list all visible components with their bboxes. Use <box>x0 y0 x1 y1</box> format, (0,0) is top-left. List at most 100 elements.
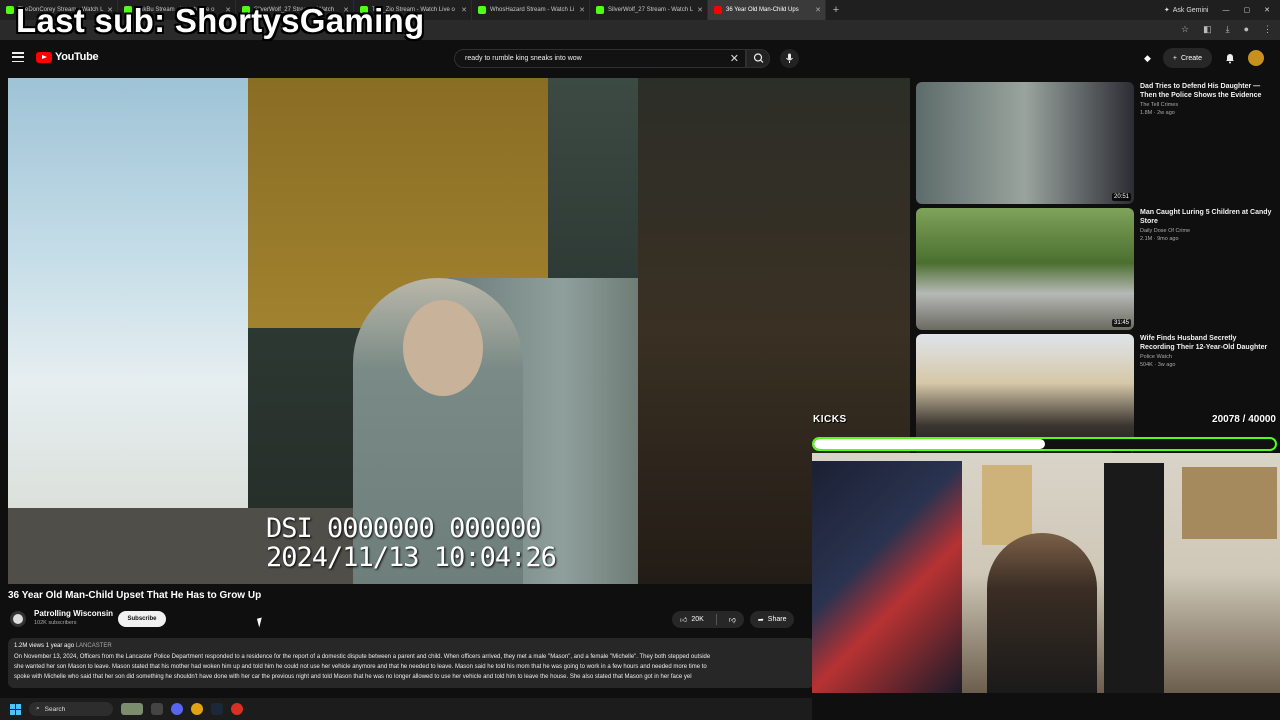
like-count: 20K <box>691 616 704 623</box>
recommended-meta: 504K · 3w ago <box>1140 362 1176 368</box>
recommended-title[interactable]: Man Caught Luring 5 Children at Candy St… <box>1140 208 1272 226</box>
taskbar-search-label: Search <box>44 705 66 713</box>
chrome-icon[interactable] <box>191 703 203 715</box>
video-player[interactable]: DSI 0000000 000000 2024/11/13 10:04:26 <box>8 78 910 584</box>
youtube-logo-text: YouTube <box>55 51 99 63</box>
recommended-title[interactable]: Wife Finds Husband Secretly Recording Th… <box>1140 334 1272 352</box>
thumbs-up-icon: 👍︎ <box>680 617 688 624</box>
gemini-icon: ✦ <box>1163 7 1170 14</box>
create-label: Create <box>1180 54 1202 62</box>
recommended-video[interactable]: 31:45 Man Caught Luring 5 Children at Ca… <box>916 208 1272 330</box>
recommended-channel[interactable]: Police Watch <box>1140 354 1272 360</box>
recommended-channel[interactable]: The Tell Crimes <box>1140 102 1272 108</box>
bookmark-star-icon[interactable]: ☆ <box>1181 24 1189 35</box>
location-tag[interactable]: LANCASTER <box>76 643 112 649</box>
recommended-meta: 1.8M · 2w ago <box>1140 110 1175 116</box>
close-icon[interactable]: ✕ <box>579 6 585 14</box>
minimize-icon[interactable]: — <box>1223 7 1230 14</box>
search-input[interactable]: ready to rumble king sneaks into wow ✕ <box>454 49 746 68</box>
close-icon[interactable]: ✕ <box>815 6 821 14</box>
taskbar-search[interactable]: ⌕ Search <box>29 702 113 716</box>
kick-extension-icon[interactable]: ◆ <box>1144 53 1151 64</box>
downloads-icon[interactable]: ⤓ <box>1226 24 1230 35</box>
streamer-webcam <box>812 453 1280 693</box>
description-line: On November 13, 2024, Officers from the … <box>14 654 711 660</box>
windows-taskbar: ⌕ Search <box>0 698 812 720</box>
webcam-wall-flag <box>812 461 962 693</box>
plus-icon: + <box>1172 54 1177 62</box>
browser-tab[interactable]: WhosHazard Stream - Watch Li ✕ <box>472 0 590 20</box>
mouse-cursor-icon <box>256 617 265 628</box>
chrome-profile-icon[interactable] <box>231 703 243 715</box>
browser-tab[interactable]: SilverWolf_27 Stream - Watch L ✕ <box>590 0 708 20</box>
browser-tab-active[interactable]: 36 Year Old Man-Child Ups ✕ <box>708 0 826 20</box>
voice-search-button[interactable] <box>780 49 799 68</box>
close-icon[interactable]: ✕ <box>461 6 467 14</box>
description-line: she wanted her son Mason to leave. Mason… <box>14 664 707 670</box>
youtube-play-icon <box>36 51 52 63</box>
recommended-video[interactable]: 20:51 Dad Tries to Defend His Daughter —… <box>916 82 1272 204</box>
channel-avatar[interactable] <box>10 611 26 627</box>
steam-icon[interactable] <box>211 703 223 715</box>
kicks-goal-label: KICKS <box>813 414 847 425</box>
widgets-icon[interactable] <box>121 703 143 715</box>
recommended-info: Dad Tries to Defend His Daughter — Then … <box>1140 82 1272 204</box>
new-tab-button[interactable]: + <box>826 4 846 16</box>
video-duration: 20:51 <box>1111 193 1131 201</box>
close-icon[interactable]: ✕ <box>697 6 703 14</box>
recommended-channel[interactable]: Daily Dose Of Crime <box>1140 228 1272 234</box>
profile-icon[interactable]: ● <box>1244 24 1249 35</box>
channel-name[interactable]: Patrolling Wisconsin <box>34 609 113 618</box>
user-avatar[interactable] <box>1248 50 1264 66</box>
kicks-goal-count: 20078 / 40000 <box>1212 414 1276 425</box>
video-thumbnail[interactable]: 20:51 <box>916 82 1134 204</box>
search-button[interactable] <box>746 49 770 68</box>
window-controls: ✦ Ask Gemini — ▢ ✕ <box>1164 0 1280 20</box>
bodycam-timestamp: DSI 0000000 000000 2024/11/13 10:04:26 <box>266 513 557 573</box>
menu-dots-icon[interactable]: ⋮ <box>1263 24 1272 35</box>
maximize-icon[interactable]: ▢ <box>1244 6 1251 14</box>
share-button[interactable]: ➦ Share <box>749 611 795 628</box>
task-view-icon[interactable] <box>151 703 163 715</box>
windows-start-icon[interactable] <box>10 703 21 715</box>
notifications-bell-icon[interactable] <box>1224 52 1236 64</box>
create-button[interactable]: + Create <box>1162 48 1212 68</box>
dislike-button[interactable]: 👎︎ <box>721 611 744 628</box>
ask-gemini-button[interactable]: ✦ Ask Gemini <box>1163 6 1209 15</box>
kicks-goal-progress-fill <box>814 439 1046 449</box>
channel-subscriber-count: 102K subscribers <box>34 620 77 626</box>
search-icon <box>753 53 764 63</box>
subscribe-button[interactable]: Subscribe <box>118 611 166 627</box>
clear-search-icon[interactable]: ✕ <box>730 52 739 65</box>
youtube-logo[interactable]: YouTube <box>36 51 99 63</box>
recommended-meta: 2.1M · 9mo ago <box>1140 236 1179 242</box>
tab-label: SilverWolf_27 Stream - Watch L <box>608 7 694 13</box>
kick-icon <box>6 6 14 14</box>
extensions-icon[interactable]: ◧ <box>1203 24 1212 35</box>
menu-icon[interactable] <box>12 52 24 62</box>
search-query: ready to rumble king sneaks into wow <box>465 55 582 62</box>
recommended-info: Man Caught Luring 5 Children at Candy St… <box>1140 208 1272 330</box>
kick-icon <box>596 6 604 14</box>
like-dislike-group: 👍︎ 20K 👎︎ <box>672 611 744 628</box>
toolbar-icons: ☆ ◧ ⤓ ● ⋮ <box>1181 24 1272 35</box>
discord-icon[interactable] <box>171 703 183 715</box>
like-button[interactable]: 👍︎ 20K <box>672 611 712 628</box>
video-thumbnail[interactable]: 31:45 <box>916 208 1134 330</box>
webcam-streamer <box>987 533 1097 693</box>
tab-label: WhosHazard Stream - Watch Li <box>490 7 575 13</box>
ask-gemini-label: Ask Gemini <box>1172 6 1209 14</box>
search-icon: ⌕ <box>36 705 40 712</box>
webcam-curtain <box>1104 463 1164 693</box>
view-count: 1.2M views <box>14 643 45 649</box>
last-sub-overlay: Last sub: ShortysGaming <box>16 2 425 39</box>
webcam-poster <box>982 465 1032 545</box>
recommended-title[interactable]: Dad Tries to Defend His Daughter — Then … <box>1140 82 1272 100</box>
window-close-icon[interactable]: ✕ <box>1264 6 1270 14</box>
bodycam-id: DSI 0000000 000000 <box>266 513 542 544</box>
video-frame-head <box>403 300 483 396</box>
youtube-icon <box>714 6 722 14</box>
like-divider <box>715 614 717 625</box>
video-description[interactable]: 1.2M views 1 year ago LANCASTER On Novem… <box>8 638 814 688</box>
bodycam-datetime: 2024/11/13 10:04:26 <box>266 542 557 573</box>
